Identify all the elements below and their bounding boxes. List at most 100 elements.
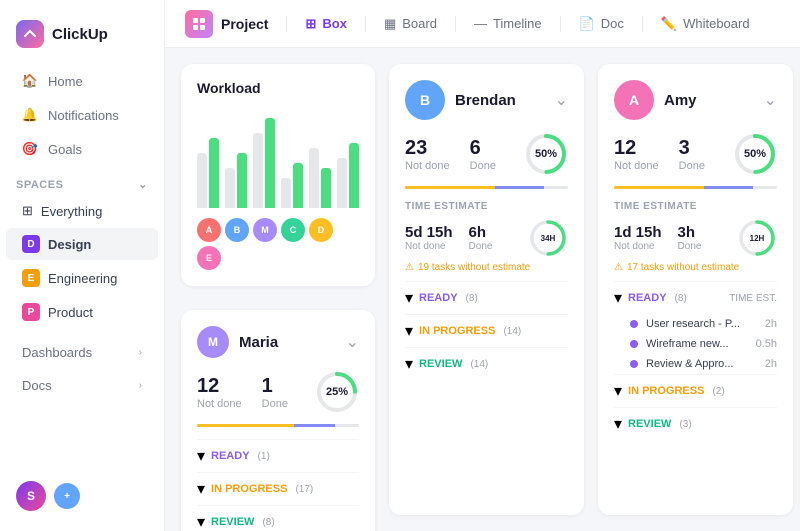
maria-header: M Maria ⌄ xyxy=(197,326,359,358)
workload-avatar-5: D xyxy=(309,218,333,242)
amy-inprogress-section[interactable]: IN PROGRESS (2) xyxy=(614,374,777,407)
bar-group-1 xyxy=(197,138,219,208)
tab-divider-4 xyxy=(560,16,561,32)
tab-timeline[interactable]: — Timeline xyxy=(462,10,554,37)
bar-gray-6 xyxy=(337,158,347,208)
brendan-progress-yellow xyxy=(405,186,495,189)
maria-review-section[interactable]: REVIEW (8) xyxy=(197,505,359,531)
workload-avatar-4: C xyxy=(281,218,305,242)
bar-green-5 xyxy=(321,168,331,208)
brendan-review-section[interactable]: REVIEW (14) xyxy=(405,347,568,380)
tab-doc-icon: 📄 xyxy=(579,16,595,32)
amy-progress-bar xyxy=(614,186,777,189)
amy-warning[interactable]: ⚠ 17 tasks without estimate xyxy=(614,262,777,273)
bar-gray-5 xyxy=(309,148,319,208)
tab-whiteboard[interactable]: ✏️ Whiteboard xyxy=(649,10,762,38)
nav-docs[interactable]: Docs › xyxy=(6,370,158,401)
maria-inprogress-label: IN PROGRESS xyxy=(211,483,287,495)
brendan-ready-label: READY xyxy=(419,292,458,304)
spaces-chevron[interactable]: ⌄ xyxy=(138,178,148,191)
bar-green-6 xyxy=(349,143,359,208)
amy-review-section[interactable]: REVIEW (3) xyxy=(614,407,777,440)
nav-goals-label: Goals xyxy=(48,142,82,157)
nav-dashboards[interactable]: Dashboards › xyxy=(6,337,158,368)
maria-ready-label: READY xyxy=(211,450,250,462)
spaces-label: Spaces xyxy=(16,179,63,191)
home-icon: 🏠 xyxy=(22,73,38,89)
tab-box[interactable]: ⊞ Box xyxy=(293,10,358,38)
brendan-time-done-label: Done xyxy=(469,241,493,252)
brendan-warning[interactable]: ⚠ 19 tasks without estimate xyxy=(405,262,568,273)
maria-progress-yellow xyxy=(197,424,294,427)
brendan-inprogress-chevron xyxy=(405,321,413,341)
brendan-progress-circle: 50% xyxy=(524,132,568,176)
sidebar-item-everything[interactable]: ⊞ Everything xyxy=(6,196,158,226)
amy-inprogress-chevron xyxy=(614,381,622,401)
tab-doc[interactable]: 📄 Doc xyxy=(567,10,636,38)
brendan-inprogress-section[interactable]: IN PROGRESS (14) xyxy=(405,314,568,347)
tab-board[interactable]: ▦ Board xyxy=(372,10,449,38)
amy-expand-icon[interactable]: ⌄ xyxy=(764,90,777,110)
amy-task-1[interactable]: User research - P... 2h xyxy=(614,314,777,334)
sidebar-item-product[interactable]: P Product xyxy=(6,296,158,328)
maria-inprogress-section[interactable]: IN PROGRESS (17) xyxy=(197,472,359,505)
user-avatar[interactable]: S xyxy=(16,481,46,511)
amy-ready-label: READY xyxy=(628,292,667,304)
nav-home[interactable]: 🏠 Home xyxy=(6,65,158,97)
sidebar: ClickUp 🏠 Home 🔔 Notifications 🎯 Goals S… xyxy=(0,0,165,531)
maria-ready-chevron xyxy=(197,446,205,466)
amy-task-2[interactable]: Wireframe new... 0.5h xyxy=(614,334,777,354)
brendan-done-num: 6 xyxy=(470,137,496,160)
user-avatar-2[interactable]: + xyxy=(54,483,80,509)
maria-not-done-num: 12 xyxy=(197,375,242,398)
brendan-time-circle-label: 34H xyxy=(541,234,556,243)
sidebar-item-design[interactable]: D Design xyxy=(6,228,158,260)
brendan-card: B Brendan ⌄ 23 Not done 6 Done xyxy=(389,64,584,515)
amy-not-done-num: 12 xyxy=(614,137,659,160)
amy-ready-time-est-header: TIME EST. xyxy=(729,293,777,304)
amy-task-1-dot xyxy=(630,320,638,328)
bar-gray-1 xyxy=(197,153,207,208)
product-badge: P xyxy=(22,303,40,321)
amy-stats: 12 Not done 3 Done 50% xyxy=(614,132,777,176)
amy-time-circle: 12H xyxy=(737,218,777,258)
amy-not-done: 12 Not done xyxy=(614,137,659,172)
nav-notifications[interactable]: 🔔 Notifications xyxy=(6,99,158,131)
brendan-ready-section[interactable]: READY (8) xyxy=(405,281,568,314)
amy-inprogress-count: (2) xyxy=(712,386,724,397)
sidebar-item-engineering[interactable]: E Engineering xyxy=(6,262,158,294)
maria-name: Maria xyxy=(239,334,278,351)
project-icon xyxy=(185,10,213,38)
nav-docs-label: Docs xyxy=(22,378,52,393)
nav-home-label: Home xyxy=(48,74,83,89)
brendan-time-row: 5d 15h Not done 6h Done 34H xyxy=(405,218,568,258)
bar-gray-4 xyxy=(281,178,291,208)
maria-review-label: REVIEW xyxy=(211,516,254,528)
maria-ready-count: (1) xyxy=(258,451,270,462)
docs-chevron: › xyxy=(139,380,142,391)
amy-done: 3 Done xyxy=(679,137,705,172)
amy-review-count: (3) xyxy=(679,419,691,430)
tab-board-label: Board xyxy=(402,16,437,31)
amy-task-2-time: 0.5h xyxy=(756,338,777,350)
amy-ready-section[interactable]: READY (8) TIME EST. xyxy=(614,281,777,314)
brendan-progress-blue xyxy=(495,186,544,189)
amy-time-header: TIME ESTIMATE xyxy=(614,201,777,212)
maria-ready-section[interactable]: READY (1) xyxy=(197,439,359,472)
amy-review-chevron xyxy=(614,414,622,434)
brendan-avatar: B xyxy=(405,80,445,120)
maria-expand-icon[interactable]: ⌄ xyxy=(346,332,359,352)
brendan-stats: 23 Not done 6 Done 50% xyxy=(405,132,568,176)
amy-done-label: Done xyxy=(679,160,705,172)
brendan-expand-icon[interactable]: ⌄ xyxy=(555,90,568,110)
brendan-name: Brendan xyxy=(455,92,516,109)
amy-progress-label: 50% xyxy=(744,148,766,160)
nav-goals[interactable]: 🎯 Goals xyxy=(6,133,158,165)
spaces-header: Spaces ⌄ xyxy=(0,166,164,195)
amy-card: A Amy ⌄ 12 Not done 3 Done xyxy=(598,64,793,515)
amy-task-3[interactable]: Review & Appro... 2h xyxy=(614,354,777,374)
bar-gray-3 xyxy=(253,133,263,208)
tab-timeline-icon: — xyxy=(474,16,487,31)
brendan-review-label: REVIEW xyxy=(419,358,462,370)
workload-avatars: A B M C D E xyxy=(197,218,359,270)
